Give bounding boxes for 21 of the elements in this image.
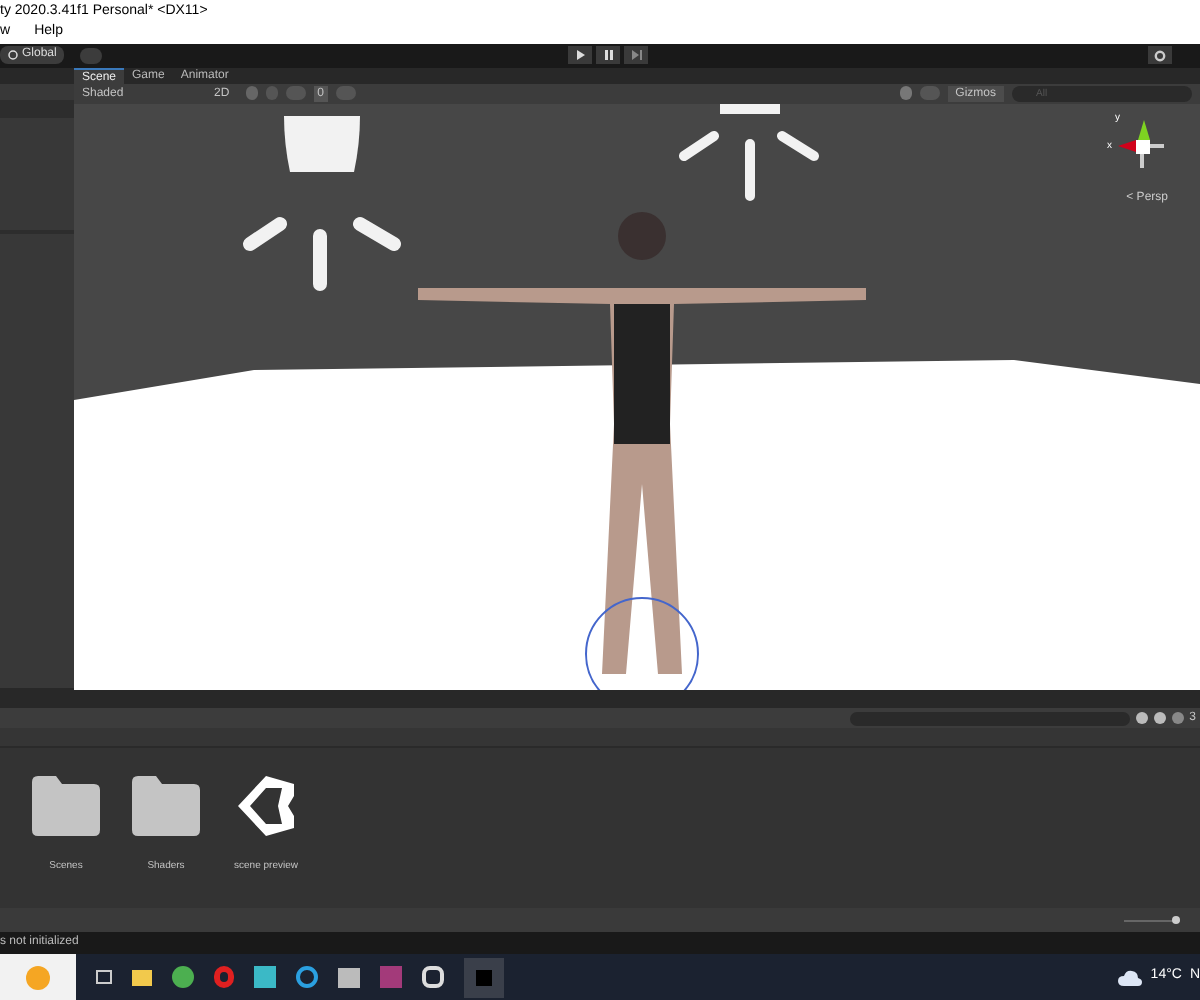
pause-button[interactable] bbox=[596, 46, 621, 65]
cube-logo-icon bbox=[232, 772, 300, 841]
app-icon[interactable] bbox=[296, 966, 318, 988]
browser-icon[interactable] bbox=[172, 966, 194, 988]
slider-thumb[interactable] bbox=[1172, 915, 1181, 924]
app-icon[interactable] bbox=[338, 967, 360, 987]
cloud-icon bbox=[1118, 969, 1143, 985]
cube-app-icon[interactable] bbox=[422, 966, 444, 988]
play-icon bbox=[575, 50, 586, 61]
globe-icon bbox=[8, 50, 18, 61]
pause-icon bbox=[603, 50, 614, 61]
browser-icon[interactable] bbox=[214, 966, 234, 988]
task-view-icon[interactable] bbox=[96, 970, 112, 984]
folder-icon bbox=[32, 776, 100, 837]
step-icon bbox=[631, 50, 642, 61]
file-explorer-icon[interactable] bbox=[132, 969, 152, 985]
settings-button[interactable] bbox=[1148, 46, 1172, 65]
folder-icon bbox=[132, 776, 200, 837]
step-button[interactable] bbox=[624, 46, 649, 65]
play-button[interactable] bbox=[568, 46, 593, 65]
settings-icon bbox=[1154, 49, 1166, 62]
